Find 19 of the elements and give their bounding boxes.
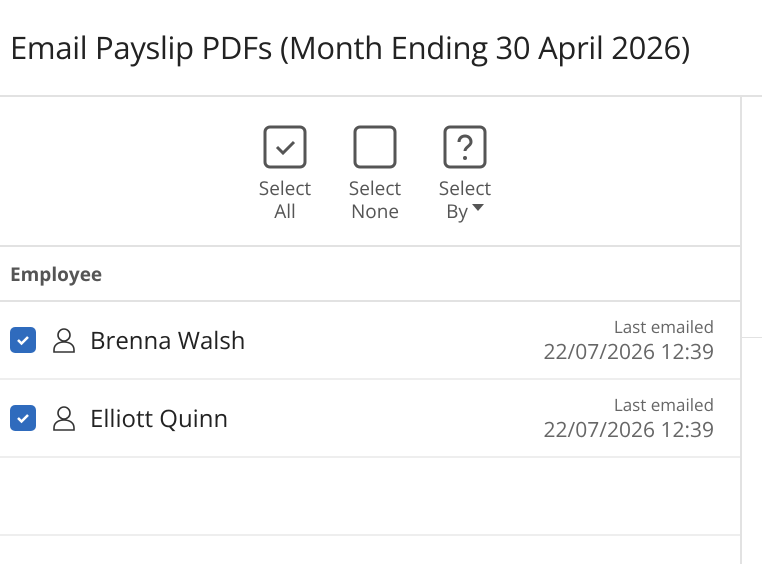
person-icon (52, 405, 76, 431)
employee-name: Elliott Quinn (90, 402, 230, 434)
column-header: Employee (0, 247, 740, 302)
last-emailed-label: Last emailed (614, 392, 714, 416)
window-title: Email Payslip PDFs (Month Ending 30 April 2026) (0, 0, 762, 97)
select-button[interactable]: Select All (245, 125, 325, 245)
last-emailed-date: 22/07/2026 12:39 (544, 416, 714, 444)
last-emailed-label: Last emailed (614, 314, 714, 338)
select-button[interactable]: Select By (425, 125, 505, 245)
checkbox[interactable] (10, 327, 36, 353)
caret-icon (472, 204, 484, 211)
question-icon (443, 125, 487, 169)
checkbox-icon (263, 125, 307, 169)
last-emailed-date: 22/07/2026 12:39 (544, 338, 714, 366)
person-icon (52, 327, 76, 353)
empty-box-icon (353, 125, 397, 169)
checkbox[interactable] (10, 405, 36, 431)
employee-name: Brenna Walsh (90, 324, 247, 356)
select-button[interactable]: Select None (335, 125, 415, 245)
